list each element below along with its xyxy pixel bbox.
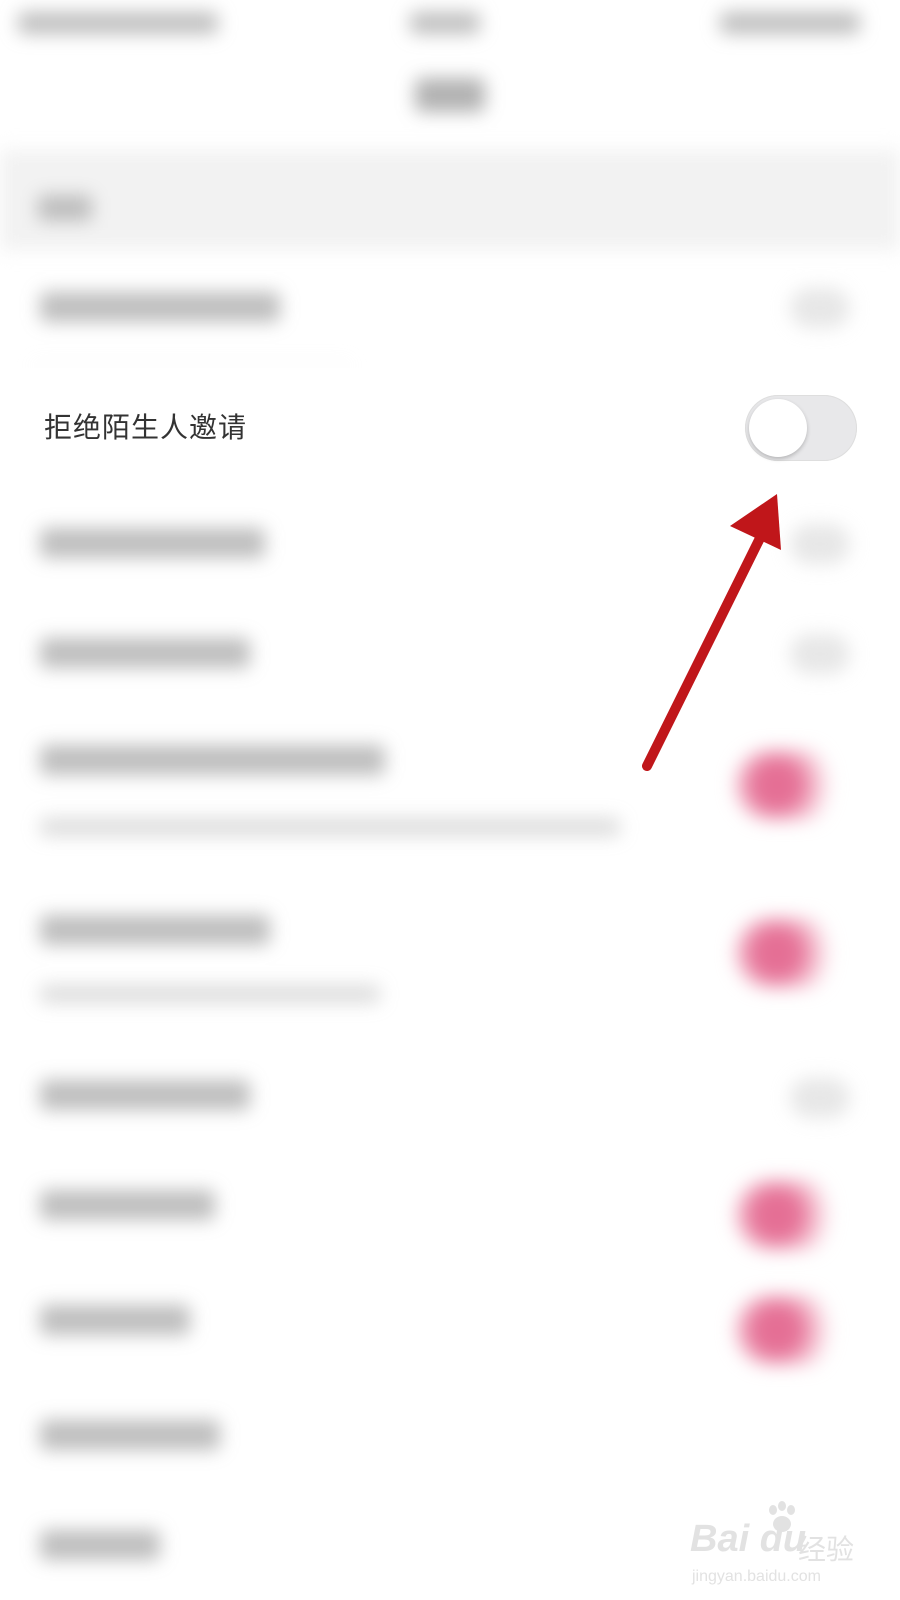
watermark-cn: 经验 — [798, 1533, 855, 1566]
baidu-watermark: Bai du 经验 jingyan.baidu.com — [690, 1500, 890, 1595]
watermark-url: jingyan.baidu.com — [692, 1568, 821, 1585]
red-arrow-icon — [642, 494, 781, 771]
watermark-brand: Bai du — [690, 1518, 807, 1560]
